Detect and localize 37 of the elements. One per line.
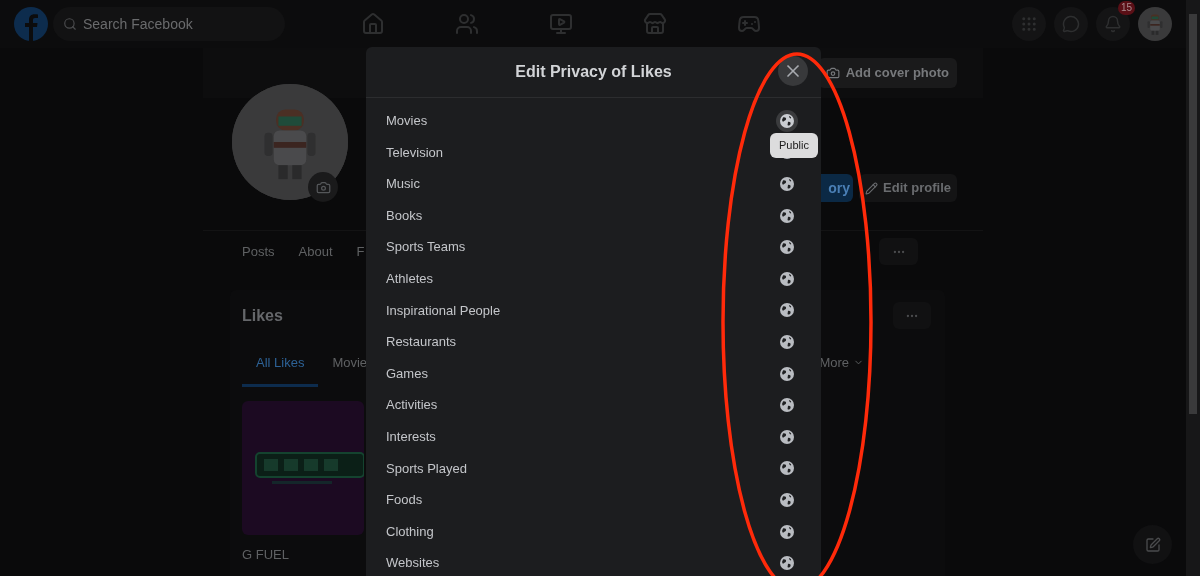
likes-tab[interactable]: All Likes: [242, 341, 319, 387]
category-label: Movies: [386, 112, 428, 131]
likes-title: Likes: [242, 305, 283, 326]
likes-tab[interactable]: More: [805, 341, 878, 387]
profile-tab[interactable]: About: [298, 241, 333, 262]
category-label: Books: [386, 206, 423, 225]
tooltip: Public: [770, 133, 818, 158]
category-label: Sports Teams: [386, 238, 466, 257]
bell-icon: [1104, 15, 1122, 33]
category-label: Activities: [386, 396, 438, 415]
compose-icon: [1144, 536, 1161, 553]
category-label: Inspirational People: [386, 301, 501, 320]
grid-icon: [1020, 15, 1038, 33]
search-icon: [63, 17, 77, 31]
category-label: Websites: [386, 554, 440, 573]
category-label: Music: [386, 175, 420, 194]
profile-tab[interactable]: F: [356, 241, 365, 262]
chat-bubble-icon: [1062, 15, 1080, 33]
category-label: Foods: [386, 491, 423, 510]
camera-button[interactable]: [308, 172, 338, 202]
close-button[interactable]: [778, 56, 808, 86]
category-label: Interests: [386, 428, 436, 446]
category-label: Clothing: [386, 522, 434, 541]
category-label: Television: [386, 143, 444, 162]
category-label: Athletes: [386, 270, 433, 288]
category-label: Sports Played: [386, 459, 467, 478]
dialog-title: Edit Privacy of Likes: [515, 62, 672, 82]
edit-profile-button[interactable]: Edit profile: [859, 174, 957, 202]
camera-icon: [825, 66, 840, 80]
profile-tab[interactable]: Posts: [242, 241, 275, 262]
notification-badge: 15: [1117, 1, 1135, 15]
like-name[interactable]: G FUEL: [242, 545, 364, 565]
search-field[interactable]: Search Facebook: [53, 7, 285, 41]
category-label: Games: [386, 364, 428, 383]
pencil-icon: [865, 181, 879, 195]
camera-icon: [315, 179, 331, 195]
category-label: Restaurants: [386, 333, 457, 352]
